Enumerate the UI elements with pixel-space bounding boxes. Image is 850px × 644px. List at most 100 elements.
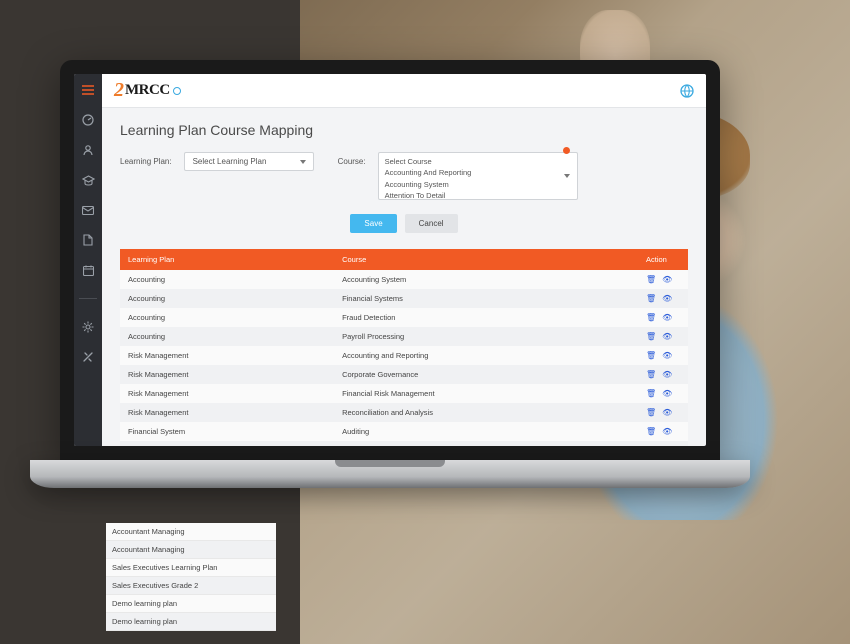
cell-plan: Accounting [120, 289, 334, 308]
course-option[interactable]: Accounting System [385, 179, 571, 190]
cell-course: Cash Management [334, 441, 638, 446]
education-icon[interactable] [80, 172, 96, 188]
view-icon[interactable]: 👁 [662, 332, 672, 341]
list-item[interactable]: Sales Executives Learning Plan [106, 559, 276, 577]
overflow-plan-list: Accountant ManagingAccountant ManagingSa… [106, 523, 276, 631]
cell-plan: Accounting [120, 270, 334, 289]
view-icon[interactable]: 👁 [662, 294, 672, 303]
col-header-course: Course [334, 249, 638, 270]
cell-plan: Risk Management [120, 403, 334, 422]
cell-course: Corporate Governance [334, 365, 638, 384]
delete-icon[interactable]: 🗑 [646, 370, 656, 379]
cell-course: Accounting System [334, 270, 638, 289]
list-item[interactable]: Demo learning plan [106, 613, 276, 631]
cell-plan: Accounting [120, 327, 334, 346]
cell-plan: Accounting [120, 308, 334, 327]
cell-actions: 🗑👁 [638, 422, 688, 441]
cell-plan: Financial System [120, 422, 334, 441]
content-panel: Learning Plan Course Mapping Learning Pl… [102, 108, 706, 446]
list-item[interactable]: Accountant Managing [106, 523, 276, 541]
cell-actions: 🗑👁 [638, 365, 688, 384]
view-icon[interactable]: 👁 [662, 427, 672, 436]
cell-actions: 🗑👁 [638, 308, 688, 327]
user-icon[interactable] [80, 142, 96, 158]
delete-icon[interactable]: 🗑 [646, 275, 656, 284]
view-icon[interactable]: 👁 [662, 313, 672, 322]
learning-plan-label: Learning Plan: [120, 152, 172, 166]
laptop-notch [335, 460, 445, 467]
delete-icon[interactable]: 🗑 [646, 313, 656, 322]
page-title: Learning Plan Course Mapping [120, 122, 688, 138]
cancel-button[interactable]: Cancel [405, 214, 458, 233]
list-item[interactable]: Demo learning plan [106, 595, 276, 613]
view-icon[interactable]: 👁 [662, 389, 672, 398]
cell-actions: 🗑👁 [638, 289, 688, 308]
table-row: Risk ManagementFinancial Risk Management… [120, 384, 688, 403]
course-multiselect[interactable]: Select Course Accounting And Reporting A… [378, 152, 578, 200]
cell-actions: 🗑👁 [638, 346, 688, 365]
sidebar-nav [74, 74, 102, 446]
logo-text: MRCC [125, 82, 170, 99]
course-option[interactable]: Accounting And Reporting [385, 167, 571, 178]
mapping-form: Learning Plan: Select Learning Plan Cour… [120, 152, 688, 200]
calendar-icon[interactable] [80, 262, 96, 278]
course-option[interactable]: Select Course [385, 156, 571, 167]
list-item[interactable]: Accountant Managing [106, 541, 276, 559]
cell-plan: Risk Management [120, 365, 334, 384]
course-select-wrapper: Select Course Accounting And Reporting A… [378, 152, 578, 200]
table-row: Risk ManagementCorporate Governance🗑👁 [120, 365, 688, 384]
list-item[interactable]: Sales Executives Grade 2 [106, 577, 276, 595]
delete-icon[interactable]: 🗑 [646, 332, 656, 341]
cell-course: Accounting and Reporting [334, 346, 638, 365]
view-icon[interactable]: 👁 [662, 275, 672, 284]
laptop-base [30, 460, 750, 488]
cell-plan: Risk Management [120, 346, 334, 365]
form-actions: Save Cancel [120, 214, 688, 233]
dashboard-icon[interactable] [80, 112, 96, 128]
learning-plan-select[interactable]: Select Learning Plan [184, 152, 314, 171]
document-icon[interactable] [80, 232, 96, 248]
mapping-table: Learning Plan Course Action AccountingAc… [120, 249, 688, 446]
table-row: Risk ManagementAccounting and Reporting🗑… [120, 346, 688, 365]
view-icon[interactable]: 👁 [662, 370, 672, 379]
col-header-plan: Learning Plan [120, 249, 334, 270]
main-area: 2 MRCC Learning Plan Course Mapping Lear… [102, 74, 706, 446]
delete-icon[interactable]: 🗑 [646, 351, 656, 360]
cell-course: Reconciliation and Analysis [334, 403, 638, 422]
delete-icon[interactable]: 🗑 [646, 389, 656, 398]
table-row: AccountingAccounting System🗑👁 [120, 270, 688, 289]
cell-actions: 🗑👁 [638, 270, 688, 289]
menu-icon[interactable] [80, 82, 96, 98]
mail-icon[interactable] [80, 202, 96, 218]
learning-plan-placeholder: Select Learning Plan [193, 157, 267, 166]
brand-logo[interactable]: 2 MRCC [114, 79, 181, 102]
app-viewport: 2 MRCC Learning Plan Course Mapping Lear… [74, 74, 706, 446]
cell-course: Financial Systems [334, 289, 638, 308]
table-row: AccountingFraud Detection🗑👁 [120, 308, 688, 327]
table-row: Financial SystemCash Management🗑👁 [120, 441, 688, 446]
delete-icon[interactable]: 🗑 [646, 408, 656, 417]
view-icon[interactable]: 👁 [662, 408, 672, 417]
logo-prefix: 2 [114, 79, 124, 102]
cell-course: Payroll Processing [334, 327, 638, 346]
save-button[interactable]: Save [350, 214, 396, 233]
table-row: AccountingFinancial Systems🗑👁 [120, 289, 688, 308]
globe-icon[interactable] [680, 84, 694, 98]
delete-icon[interactable]: 🗑 [646, 294, 656, 303]
sidebar-divider [79, 298, 97, 299]
view-icon[interactable]: 👁 [662, 351, 672, 360]
delete-icon[interactable]: 🗑 [646, 427, 656, 436]
cell-actions: 🗑👁 [638, 384, 688, 403]
tools-icon[interactable] [80, 349, 96, 365]
laptop-screen-bezel: 2 MRCC Learning Plan Course Mapping Lear… [60, 60, 720, 460]
course-option[interactable]: Attention To Detail [385, 190, 571, 200]
cell-course: Auditing [334, 422, 638, 441]
logo-dot-icon [173, 87, 181, 95]
topbar: 2 MRCC [102, 74, 706, 108]
table-row: AccountingPayroll Processing 🗑 👁 [120, 327, 688, 346]
cell-course: Fraud Detection [334, 308, 638, 327]
laptop-mockup: 2 MRCC Learning Plan Course Mapping Lear… [30, 60, 750, 520]
table-row: Financial SystemAuditing🗑👁 [120, 422, 688, 441]
settings-icon[interactable] [80, 319, 96, 335]
cell-plan: Financial System [120, 441, 334, 446]
